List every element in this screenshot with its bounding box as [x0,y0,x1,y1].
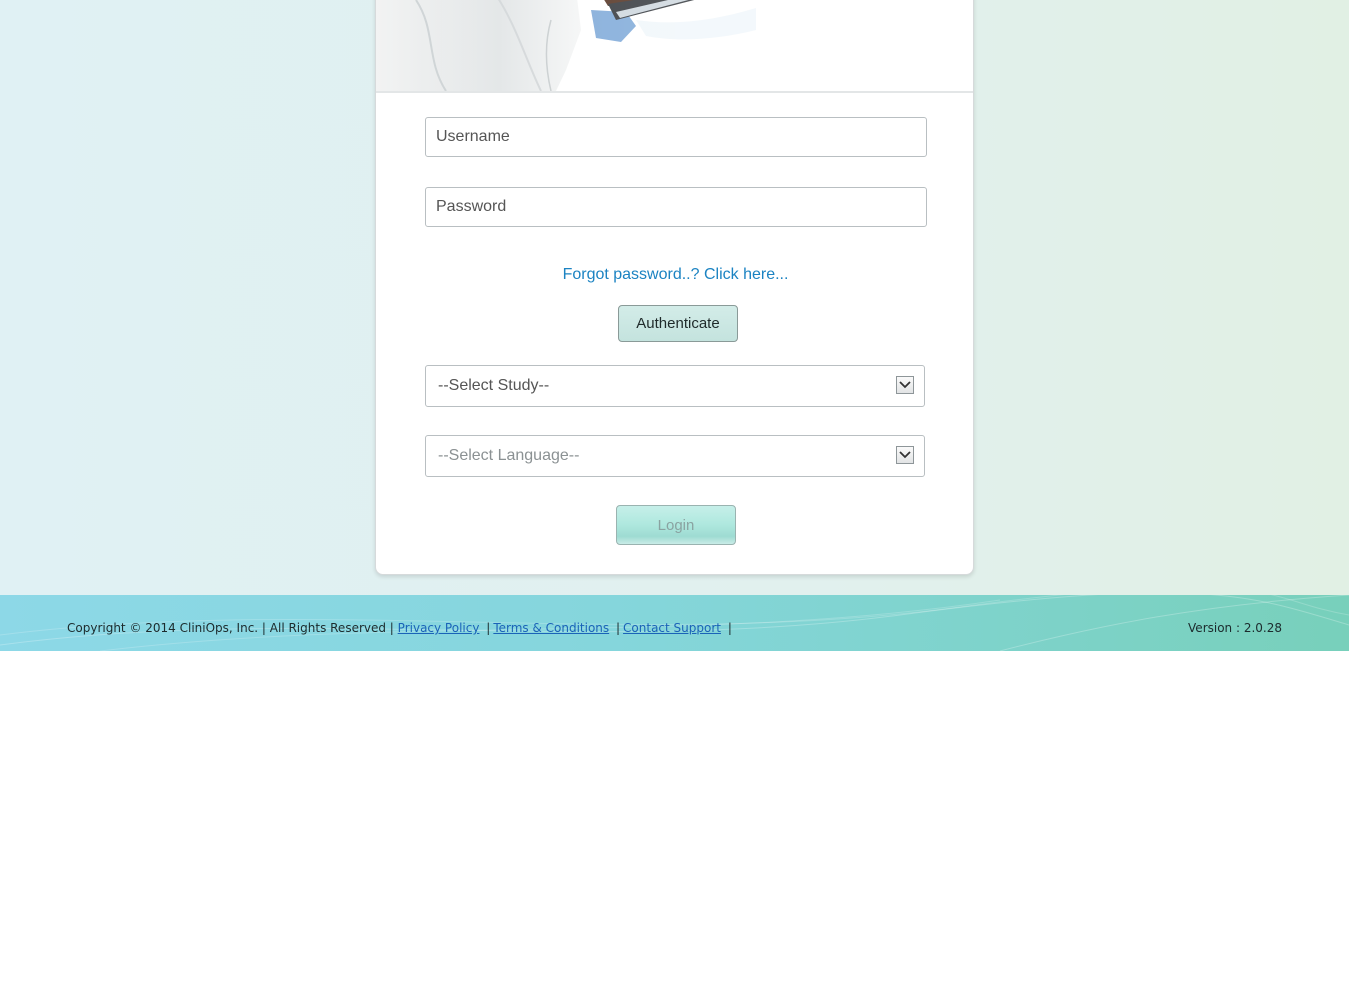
version-label: Version : 2.0.28 [1188,621,1282,635]
doctor-illustration [376,0,973,91]
privacy-policy-link[interactable]: Privacy Policy [398,621,480,635]
contact-support-link[interactable]: Contact Support [623,621,721,635]
login-button[interactable]: Login [616,505,736,545]
username-input[interactable] [425,117,927,157]
chevron-down-icon[interactable] [896,446,914,464]
study-select[interactable]: --Select Study-- [425,365,925,407]
chevron-down-icon[interactable] [896,376,914,394]
password-input[interactable] [425,187,927,227]
authenticate-button[interactable]: Authenticate [618,305,738,342]
separator: | [486,621,491,635]
footer: Copyright © 2014 CliniOps, Inc. | All Ri… [0,595,1349,651]
copyright-text: Copyright © 2014 CliniOps, Inc. | All Ri… [67,621,394,635]
language-select[interactable]: --Select Language-- [425,435,925,477]
terms-conditions-link[interactable]: Terms & Conditions [493,621,609,635]
login-card: Forgot password..? Click here... Authent… [375,0,974,575]
separator: | [727,621,732,635]
study-select-value: --Select Study-- [438,377,550,394]
language-select-value: --Select Language-- [438,447,580,464]
doctor-with-tablet-image [376,0,973,93]
footer-links: Copyright © 2014 CliniOps, Inc. | All Ri… [67,621,735,635]
separator: | [616,621,621,635]
forgot-password-link[interactable]: Forgot password..? Click here... [376,266,975,284]
